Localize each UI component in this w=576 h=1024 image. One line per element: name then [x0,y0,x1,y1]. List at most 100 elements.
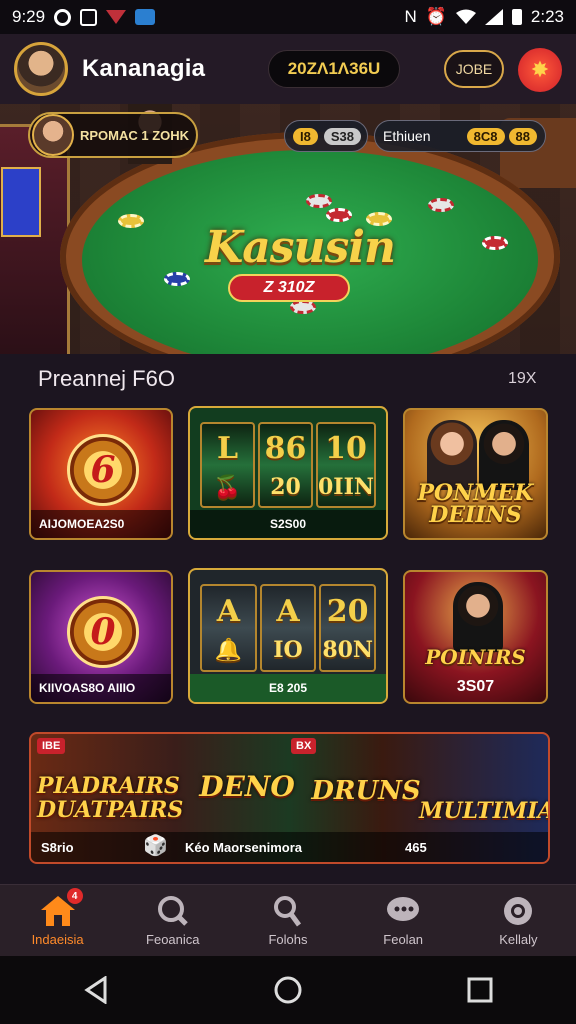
user-name: Kananagia [82,55,206,82]
stat-left-value-a: I8 [293,127,318,145]
featured-title-1: PIADRAIRS DUATPAIRS [37,773,184,823]
user-avatar[interactable] [14,42,68,96]
star-burst-icon[interactable]: ✸ [518,48,562,92]
slot-reels: L 🍒 86 20 10 0IIN [200,422,376,508]
slot-reel: A IO [259,584,317,672]
player-label: RPOMAC 1 ZOHK [80,127,190,143]
system-nav-bar [0,956,576,1024]
slot-reel: L 🍒 [200,422,255,508]
search-icon [157,896,188,926]
mail-notification-icon [135,9,156,25]
featured-info-mid: Kéo Maorsenimora [185,840,303,855]
status-time-right: 2:23 [530,7,564,26]
section-title: Preannej F6O [38,366,175,391]
nav-item-home[interactable]: 4 Indaeisia [3,888,113,947]
chip-icon [482,236,508,250]
cherry-icon: 🍒 [213,473,242,500]
status-time: 9:29 [12,7,46,26]
slot-reel: A 🔔 [200,584,257,672]
wrench-icon [273,896,301,927]
reel-symbol: 0IIN [318,473,374,500]
slot-machine-illustration [0,124,70,354]
featured-games-strip[interactable]: IBE BX PIADRAIRS DUATPAIRS DENO DRUNS MU… [29,732,550,864]
reel-symbol: IO [273,636,303,663]
tag-badge: IBE [37,738,66,754]
nav-label: Indaeisia [31,932,84,947]
featured-info-right: 465 [405,840,427,855]
game-tile-caption: S2S00 [190,510,386,538]
stat-left-value-b: S38 [323,127,361,145]
coin-number: 6 [90,449,116,491]
wifi-icon [455,9,476,24]
chat-icon [387,897,420,921]
coin-number: 0 [90,611,116,653]
reel-symbol: 80N [322,636,374,663]
sync-icon [54,8,72,26]
coin-icon: 0 [67,596,139,668]
nav-item-tools[interactable]: Folohs [233,894,343,947]
game-tile-slots[interactable]: L 🍒 86 20 10 0IIN S2S00 [188,406,388,540]
reel-symbol: 20 [326,593,369,629]
balance-display[interactable]: 20ZΛ1Λ36U [268,50,400,88]
nav-label: Kellaly [499,932,538,947]
alert-notification-icon [106,10,127,24]
game-tile-live[interactable]: POINIRS 3S07 [403,570,548,704]
reel-symbol: 86 [264,430,307,466]
game-tile-title: POINIRS [425,645,526,669]
header-action-button[interactable]: JOBE [444,50,504,88]
game-tile-slots[interactable]: A 🔔 A IO 20 80N E8 205 [188,568,388,704]
reel-symbol: 20 [270,473,301,500]
section-see-all[interactable]: 19X [508,370,536,388]
player-chip[interactable]: RPOMAC 1 ZOHK [28,112,198,158]
featured-title-2: DENO [199,770,295,803]
signal-icon [484,9,503,25]
banner-logo: Kasusin [205,222,396,273]
table-stat-left[interactable]: I8 S38 [284,120,368,152]
home-button[interactable] [264,966,312,1014]
game-tile[interactable]: 0 KIIVOAS8O AIIIO [29,570,173,704]
dice-icon: 🎲 [143,835,168,857]
nav-item-chat[interactable]: Feolan [348,894,458,947]
coin-icon: 6 [67,434,139,506]
nav-label: Feoanica [146,932,200,947]
bottom-nav: 4 Indaeisia Feoanica Folohs Feolan Kella… [0,884,576,956]
nfc-icon: N [404,7,417,26]
reel-symbol: A [216,593,240,629]
game-tile-caption: 3S07 [456,678,495,695]
status-bar: 9:29 N ⏰ 2:23 [0,0,576,34]
featured-info-left: S8rio [41,840,74,855]
game-tile-caption: KIIVOAS8O AIIIO [31,674,171,702]
nav-item-search[interactable]: Feoanica [118,894,228,947]
player-avatar [32,114,74,156]
nav-item-chips[interactable]: Kellaly [463,894,573,947]
reel-symbol: A [276,593,300,629]
slot-reels: A 🔔 A IO 20 80N [200,584,377,672]
back-button[interactable] [72,966,120,1014]
back-icon [84,976,107,1004]
game-tile-live[interactable]: PONMEK DEIINS [403,408,548,540]
hero-banner[interactable]: RPOMAC 1 ZOHK I8 S38 Ethiuen 8C8 88 Kasu… [0,104,576,354]
game-tile-caption: AIJOMOEA2S0 [31,510,171,538]
chip-icon [290,300,316,314]
game-tile-title: PONMEK DEIINS [417,480,534,528]
game-tile[interactable]: 6 AIJOMOEA2S0 [29,408,173,540]
nav-label: Folohs [268,932,308,947]
status-left: 9:29 [12,7,156,27]
stat-right-label: Ethiuen [383,128,431,144]
bell-icon: 🔔 [214,636,243,663]
chip-icon [428,198,454,212]
status-right: N ⏰ 2:23 [404,7,564,27]
chip-icon [164,272,190,286]
recents-icon [467,977,493,1003]
host-illustration [439,582,519,652]
table-stat-right[interactable]: Ethiuen 8C8 88 [374,120,546,152]
host-avatar [453,582,503,652]
recents-button[interactable] [456,966,504,1014]
tag-badge: BX [291,738,317,754]
app-header: Kananagia 20ZΛ1Λ36U JOBE ✸ [0,34,576,104]
featured-title-4: MULTIMIAR [419,798,548,824]
game-tile-caption: E8 205 [190,674,386,702]
reel-symbol: L [216,430,239,466]
slot-reel: 20 80N [319,584,377,672]
featured-title-3: DRUNS [311,776,421,806]
